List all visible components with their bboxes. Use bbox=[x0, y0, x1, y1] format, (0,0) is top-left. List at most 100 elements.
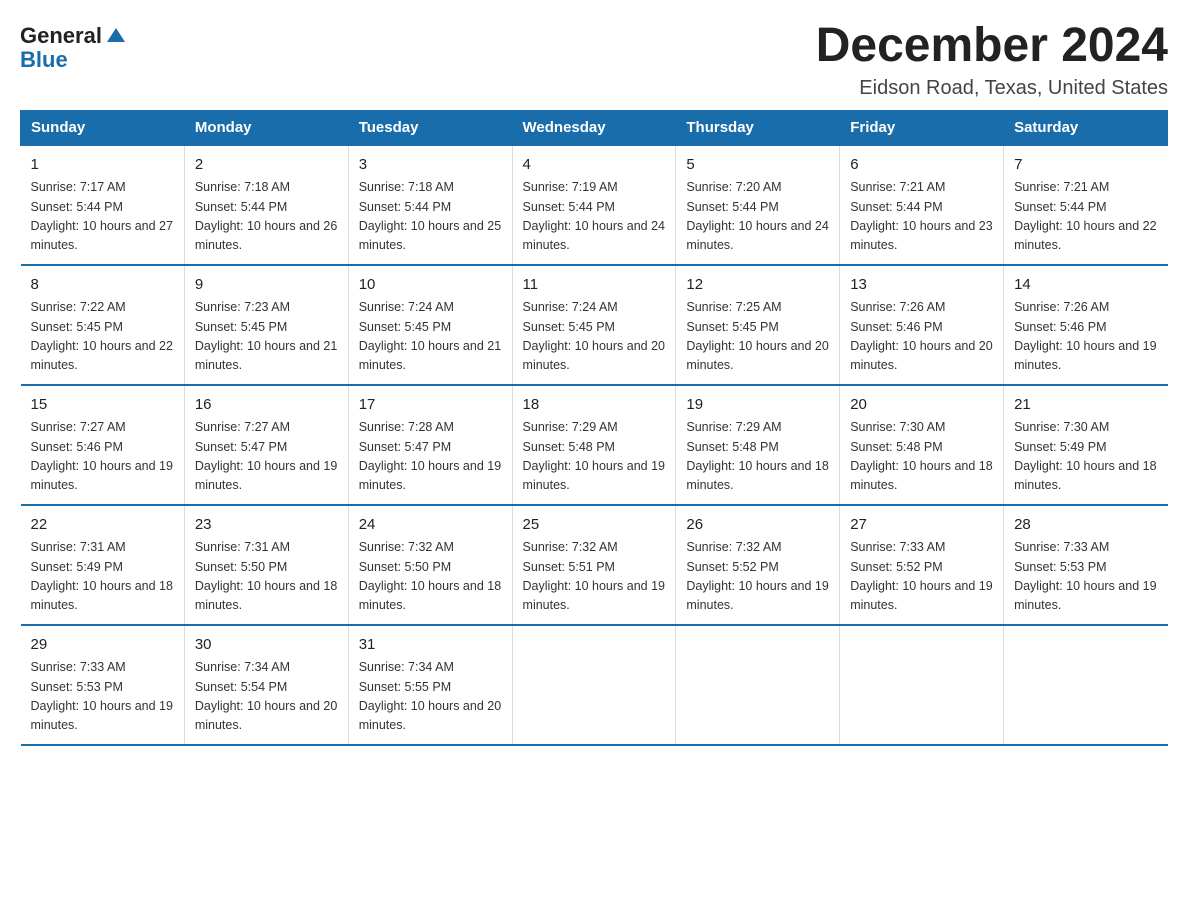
day-number: 2 bbox=[195, 154, 338, 177]
logo-text-general: General bbox=[20, 24, 102, 48]
week-row-2: 8Sunrise: 7:22 AMSunset: 5:45 PMDaylight… bbox=[21, 265, 1168, 385]
week-row-3: 15Sunrise: 7:27 AMSunset: 5:46 PMDayligh… bbox=[21, 385, 1168, 505]
day-info: Sunrise: 7:18 AMSunset: 5:44 PMDaylight:… bbox=[359, 178, 502, 256]
day-cell: 17Sunrise: 7:28 AMSunset: 5:47 PMDayligh… bbox=[348, 385, 512, 505]
day-info: Sunrise: 7:33 AMSunset: 5:53 PMDaylight:… bbox=[1014, 538, 1157, 616]
day-number: 10 bbox=[359, 274, 502, 297]
header-cell-saturday: Saturday bbox=[1004, 110, 1168, 145]
header-cell-wednesday: Wednesday bbox=[512, 110, 676, 145]
day-cell: 11Sunrise: 7:24 AMSunset: 5:45 PMDayligh… bbox=[512, 265, 676, 385]
day-cell: 30Sunrise: 7:34 AMSunset: 5:54 PMDayligh… bbox=[184, 625, 348, 745]
day-cell: 13Sunrise: 7:26 AMSunset: 5:46 PMDayligh… bbox=[840, 265, 1004, 385]
day-info: Sunrise: 7:33 AMSunset: 5:53 PMDaylight:… bbox=[31, 658, 174, 736]
day-info: Sunrise: 7:30 AMSunset: 5:49 PMDaylight:… bbox=[1014, 418, 1157, 496]
day-number: 20 bbox=[850, 394, 993, 417]
day-info: Sunrise: 7:26 AMSunset: 5:46 PMDaylight:… bbox=[850, 298, 993, 376]
day-number: 31 bbox=[359, 634, 502, 657]
day-info: Sunrise: 7:23 AMSunset: 5:45 PMDaylight:… bbox=[195, 298, 338, 376]
logo-text-blue: Blue bbox=[20, 48, 68, 72]
day-cell: 12Sunrise: 7:25 AMSunset: 5:45 PMDayligh… bbox=[676, 265, 840, 385]
day-number: 25 bbox=[523, 514, 666, 537]
day-info: Sunrise: 7:32 AMSunset: 5:51 PMDaylight:… bbox=[523, 538, 666, 616]
day-info: Sunrise: 7:22 AMSunset: 5:45 PMDaylight:… bbox=[31, 298, 174, 376]
day-info: Sunrise: 7:34 AMSunset: 5:54 PMDaylight:… bbox=[195, 658, 338, 736]
day-number: 3 bbox=[359, 154, 502, 177]
day-cell: 25Sunrise: 7:32 AMSunset: 5:51 PMDayligh… bbox=[512, 505, 676, 625]
day-info: Sunrise: 7:26 AMSunset: 5:46 PMDaylight:… bbox=[1014, 298, 1157, 376]
day-info: Sunrise: 7:29 AMSunset: 5:48 PMDaylight:… bbox=[523, 418, 666, 496]
day-cell bbox=[676, 625, 840, 745]
day-cell: 21Sunrise: 7:30 AMSunset: 5:49 PMDayligh… bbox=[1004, 385, 1168, 505]
day-cell: 9Sunrise: 7:23 AMSunset: 5:45 PMDaylight… bbox=[184, 265, 348, 385]
day-number: 21 bbox=[1014, 394, 1157, 417]
day-cell: 24Sunrise: 7:32 AMSunset: 5:50 PMDayligh… bbox=[348, 505, 512, 625]
day-number: 11 bbox=[523, 274, 666, 297]
week-row-5: 29Sunrise: 7:33 AMSunset: 5:53 PMDayligh… bbox=[21, 625, 1168, 745]
day-info: Sunrise: 7:32 AMSunset: 5:52 PMDaylight:… bbox=[686, 538, 829, 616]
header-row: SundayMondayTuesdayWednesdayThursdayFrid… bbox=[21, 110, 1168, 145]
day-number: 15 bbox=[31, 394, 174, 417]
header-cell-sunday: Sunday bbox=[21, 110, 185, 145]
day-number: 7 bbox=[1014, 154, 1157, 177]
calendar-title: December 2024 bbox=[816, 20, 1168, 73]
calendar-subtitle: Eidson Road, Texas, United States bbox=[816, 77, 1168, 100]
day-number: 29 bbox=[31, 634, 174, 657]
day-info: Sunrise: 7:28 AMSunset: 5:47 PMDaylight:… bbox=[359, 418, 502, 496]
day-info: Sunrise: 7:17 AMSunset: 5:44 PMDaylight:… bbox=[31, 178, 174, 256]
day-cell: 10Sunrise: 7:24 AMSunset: 5:45 PMDayligh… bbox=[348, 265, 512, 385]
title-block: December 2024 Eidson Road, Texas, United… bbox=[816, 20, 1168, 100]
day-cell: 19Sunrise: 7:29 AMSunset: 5:48 PMDayligh… bbox=[676, 385, 840, 505]
day-cell bbox=[1004, 625, 1168, 745]
day-info: Sunrise: 7:19 AMSunset: 5:44 PMDaylight:… bbox=[523, 178, 666, 256]
day-number: 1 bbox=[31, 154, 174, 177]
day-number: 8 bbox=[31, 274, 174, 297]
page-header: General Blue December 2024 Eidson Road, … bbox=[20, 20, 1168, 100]
day-cell: 6Sunrise: 7:21 AMSunset: 5:44 PMDaylight… bbox=[840, 145, 1004, 265]
day-info: Sunrise: 7:32 AMSunset: 5:50 PMDaylight:… bbox=[359, 538, 502, 616]
day-info: Sunrise: 7:27 AMSunset: 5:46 PMDaylight:… bbox=[31, 418, 174, 496]
day-cell: 15Sunrise: 7:27 AMSunset: 5:46 PMDayligh… bbox=[21, 385, 185, 505]
day-cell: 3Sunrise: 7:18 AMSunset: 5:44 PMDaylight… bbox=[348, 145, 512, 265]
day-cell bbox=[840, 625, 1004, 745]
day-number: 17 bbox=[359, 394, 502, 417]
day-cell: 1Sunrise: 7:17 AMSunset: 5:44 PMDaylight… bbox=[21, 145, 185, 265]
day-info: Sunrise: 7:24 AMSunset: 5:45 PMDaylight:… bbox=[523, 298, 666, 376]
day-cell: 31Sunrise: 7:34 AMSunset: 5:55 PMDayligh… bbox=[348, 625, 512, 745]
day-info: Sunrise: 7:33 AMSunset: 5:52 PMDaylight:… bbox=[850, 538, 993, 616]
day-cell: 4Sunrise: 7:19 AMSunset: 5:44 PMDaylight… bbox=[512, 145, 676, 265]
calendar-table: SundayMondayTuesdayWednesdayThursdayFrid… bbox=[20, 110, 1168, 746]
day-info: Sunrise: 7:27 AMSunset: 5:47 PMDaylight:… bbox=[195, 418, 338, 496]
day-cell: 20Sunrise: 7:30 AMSunset: 5:48 PMDayligh… bbox=[840, 385, 1004, 505]
day-info: Sunrise: 7:21 AMSunset: 5:44 PMDaylight:… bbox=[850, 178, 993, 256]
day-number: 24 bbox=[359, 514, 502, 537]
logo: General Blue bbox=[20, 20, 127, 72]
day-number: 13 bbox=[850, 274, 993, 297]
day-number: 14 bbox=[1014, 274, 1157, 297]
day-cell: 26Sunrise: 7:32 AMSunset: 5:52 PMDayligh… bbox=[676, 505, 840, 625]
header-cell-thursday: Thursday bbox=[676, 110, 840, 145]
day-cell: 7Sunrise: 7:21 AMSunset: 5:44 PMDaylight… bbox=[1004, 145, 1168, 265]
day-info: Sunrise: 7:25 AMSunset: 5:45 PMDaylight:… bbox=[686, 298, 829, 376]
day-info: Sunrise: 7:20 AMSunset: 5:44 PMDaylight:… bbox=[686, 178, 829, 256]
day-number: 9 bbox=[195, 274, 338, 297]
header-cell-friday: Friday bbox=[840, 110, 1004, 145]
day-cell: 22Sunrise: 7:31 AMSunset: 5:49 PMDayligh… bbox=[21, 505, 185, 625]
day-cell: 8Sunrise: 7:22 AMSunset: 5:45 PMDaylight… bbox=[21, 265, 185, 385]
day-info: Sunrise: 7:29 AMSunset: 5:48 PMDaylight:… bbox=[686, 418, 829, 496]
day-cell: 27Sunrise: 7:33 AMSunset: 5:52 PMDayligh… bbox=[840, 505, 1004, 625]
header-cell-tuesday: Tuesday bbox=[348, 110, 512, 145]
day-info: Sunrise: 7:34 AMSunset: 5:55 PMDaylight:… bbox=[359, 658, 502, 736]
day-cell: 5Sunrise: 7:20 AMSunset: 5:44 PMDaylight… bbox=[676, 145, 840, 265]
header-cell-monday: Monday bbox=[184, 110, 348, 145]
day-number: 30 bbox=[195, 634, 338, 657]
day-cell: 16Sunrise: 7:27 AMSunset: 5:47 PMDayligh… bbox=[184, 385, 348, 505]
day-info: Sunrise: 7:31 AMSunset: 5:49 PMDaylight:… bbox=[31, 538, 174, 616]
day-number: 26 bbox=[686, 514, 829, 537]
day-number: 28 bbox=[1014, 514, 1157, 537]
day-number: 16 bbox=[195, 394, 338, 417]
day-number: 6 bbox=[850, 154, 993, 177]
day-cell: 18Sunrise: 7:29 AMSunset: 5:48 PMDayligh… bbox=[512, 385, 676, 505]
day-number: 27 bbox=[850, 514, 993, 537]
week-row-4: 22Sunrise: 7:31 AMSunset: 5:49 PMDayligh… bbox=[21, 505, 1168, 625]
day-cell: 28Sunrise: 7:33 AMSunset: 5:53 PMDayligh… bbox=[1004, 505, 1168, 625]
